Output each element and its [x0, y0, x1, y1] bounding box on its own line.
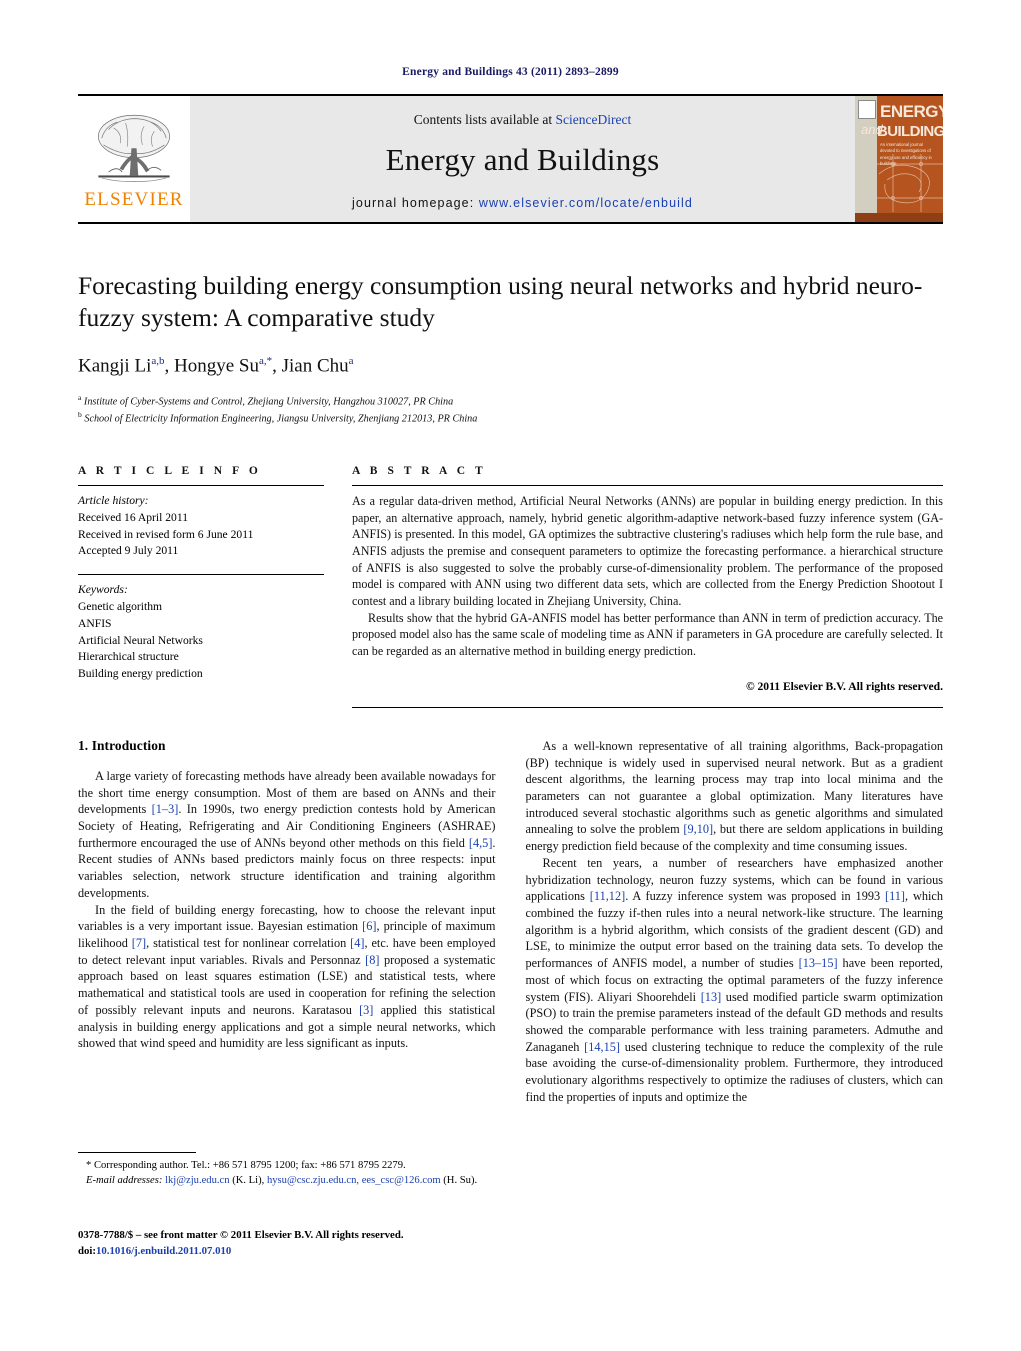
paper-page: Energy and Buildings 43 (2011) 2893–2899 [0, 0, 1021, 1351]
affiliation-a-text: Institute of Cyber-Systems and Control, … [83, 395, 454, 407]
email-link-3[interactable]: ees_csc@126.com [362, 1175, 441, 1186]
doi-link[interactable]: 10.1016/j.enbuild.2011.07.010 [96, 1245, 231, 1257]
keyword-item: Hierarchical structure [78, 650, 179, 664]
abstract-paragraph: Results show that the hybrid GA-ANFIS mo… [352, 610, 943, 659]
cover-bottom-band [855, 213, 943, 222]
contents-prefix: Contents lists available at [413, 112, 556, 127]
elsevier-wordmark: ELSEVIER [84, 189, 184, 210]
running-head: Energy and Buildings 43 (2011) 2893–2899 [402, 66, 619, 78]
abstract-heading: A B S T R A C T [352, 464, 487, 477]
divider [352, 706, 943, 708]
journal-title: Energy and Buildings [385, 142, 660, 177]
info-abstract-row: A R T I C L E I N F O Article history: R… [78, 465, 943, 708]
keyword-item: Genetic algorithm [78, 599, 163, 613]
article-history-item: Received in revised form 6 June 2011 [78, 527, 254, 541]
article-history-item: Received 16 April 2011 [78, 510, 189, 524]
email-link-2[interactable]: hysu@csc.zju.edu.cn, [267, 1175, 359, 1186]
section-heading-introduction: 1. Introduction [78, 737, 166, 753]
body-column-left: 1. Introduction A large variety of forec… [78, 738, 496, 1106]
article-history-label: Article history: [78, 493, 149, 507]
article-info-heading: A R T I C L E I N F O [78, 464, 262, 477]
footnote-divider [78, 1152, 196, 1153]
footnote-block: * Corresponding author. Tel.: +86 571 87… [78, 1152, 496, 1188]
affiliation-b: b School of Electricity Information Engi… [78, 410, 478, 425]
doi-line: doi:10.1016/j.enbuild.2011.07.010 [78, 1243, 558, 1259]
abstract-column: A B S T R A C T As a regular data-driven… [352, 465, 943, 708]
body-text-left: A large variety of forecasting methods h… [78, 768, 496, 1052]
keyword-item: ANFIS [78, 616, 112, 630]
journal-cover-thumbnail: ENERGY and BUILDINGS An international jo… [855, 96, 943, 222]
divider [352, 484, 943, 486]
cover-title-energy: ENERGY [880, 102, 943, 121]
keyword-item: Building energy prediction [78, 667, 203, 681]
article-info-column: A R T I C L E I N F O Article history: R… [78, 465, 324, 708]
page-title: Forecasting building energy consumption … [78, 271, 923, 332]
paragraph: A large variety of forecasting methods h… [78, 768, 496, 900]
affiliation-b-text: School of Electricity Information Engine… [84, 413, 478, 425]
body-text-right: As a well-known representative of all tr… [526, 738, 944, 1106]
author-list: Kangji Lia,b, Hongye Sua,*, Jian Chua [78, 355, 354, 377]
homepage-url-link[interactable]: www.elsevier.com/locate/enbuild [479, 196, 693, 210]
paragraph: As a well-known representative of all tr… [525, 738, 944, 854]
sciencedirect-link[interactable]: ScienceDirect [556, 112, 632, 127]
affiliation-a: a Institute of Cyber-Systems and Control… [78, 392, 454, 407]
email-owner-1: (K. Li), [232, 1175, 265, 1187]
homepage-label: journal homepage: [352, 196, 475, 210]
cover-artwork-icon [877, 154, 943, 212]
corresponding-author-note: * Corresponding author. Tel.: +86 571 87… [86, 1160, 406, 1171]
paragraph: Recent ten years, a number of researcher… [525, 855, 944, 1104]
divider [78, 484, 324, 486]
email-note: E-mail addresses: lkj@zju.edu.cn (K. Li)… [78, 1173, 496, 1188]
keyword-item: Artificial Neural Networks [78, 633, 203, 647]
abstract-body: As a regular data-driven method, Artific… [352, 493, 943, 660]
title-block: Forecasting building energy consumption … [78, 270, 943, 427]
elsevier-logo: ELSEVIER [78, 96, 190, 222]
copyright-line: © 2011 Elsevier B.V. All rights reserved… [745, 679, 943, 693]
keywords-label: Keywords: [78, 583, 128, 597]
cover-publisher-box [858, 100, 876, 119]
contents-available-line: Contents lists available at ScienceDirec… [414, 112, 631, 128]
body-column-right: As a well-known representative of all tr… [526, 738, 944, 1106]
journal-masthead: ELSEVIER Contents lists available at Sci… [78, 94, 943, 224]
abstract-paragraph: As a regular data-driven method, Artific… [352, 493, 943, 609]
issn-line: 0378-7788/$ – see front matter © 2011 El… [78, 1229, 404, 1241]
affiliation-list: a Institute of Cyber-Systems and Control… [78, 392, 943, 427]
divider [78, 574, 324, 576]
journal-band: Contents lists available at ScienceDirec… [190, 96, 855, 222]
elsevier-tree-icon [98, 114, 170, 182]
email-owner-3: (H. Su). [443, 1175, 478, 1187]
email-label: E-mail addresses: [86, 1175, 163, 1187]
doi-label: doi: [78, 1245, 96, 1258]
body-columns: 1. Introduction A large variety of forec… [78, 738, 943, 1106]
journal-homepage-line: journal homepage: www.elsevier.com/locat… [352, 196, 693, 210]
imprint-block: 0378-7788/$ – see front matter © 2011 El… [78, 1227, 558, 1259]
paragraph: In the field of building energy forecast… [78, 902, 496, 1051]
cover-title-buildings: BUILDINGS [877, 123, 943, 140]
email-link-1[interactable]: lkj@zju.edu.cn [165, 1175, 229, 1186]
article-history-item: Accepted 9 July 2011 [78, 544, 179, 558]
